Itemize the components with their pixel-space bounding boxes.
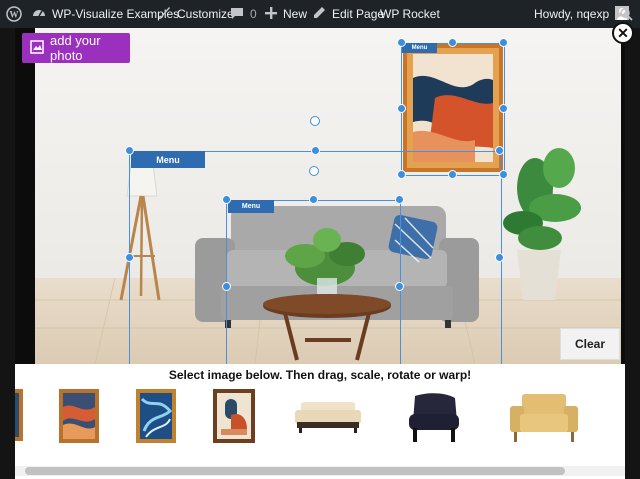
resize-handle[interactable] <box>448 170 457 179</box>
dashboard-icon <box>32 6 46 23</box>
resize-handle[interactable] <box>125 253 134 262</box>
resize-handle[interactable] <box>397 38 406 47</box>
svg-text:W: W <box>10 10 19 20</box>
room-illustration <box>35 44 621 364</box>
thumbnail-framed-art-partial[interactable] <box>15 389 25 443</box>
paintbrush-icon <box>157 6 171 23</box>
scrollbar-thumb[interactable] <box>25 467 565 475</box>
resize-handle[interactable] <box>499 104 508 113</box>
resize-handle[interactable] <box>495 253 504 262</box>
menu-tag-small[interactable]: Menu <box>228 200 274 213</box>
coffee-table <box>263 294 391 361</box>
resize-handle[interactable] <box>125 146 134 155</box>
instruction-text: Select image below. Then drag, scale, ro… <box>168 368 472 382</box>
resize-handle[interactable] <box>499 38 508 47</box>
floor-lamp <box>119 163 161 301</box>
thumbnail-navy-armchair[interactable] <box>407 392 461 444</box>
thumbnail-framed-abstract-waves[interactable] <box>59 389 99 443</box>
new-label: New <box>283 7 308 21</box>
item-palette: Select image below. Then drag, scale, ro… <box>15 364 625 479</box>
edit-page-link[interactable]: Edit Page <box>313 0 384 28</box>
close-icon: ✕ <box>617 24 629 41</box>
thumbnail-tan-armchair[interactable] <box>508 392 580 444</box>
thumbnail-framed-abstract-shapes[interactable] <box>213 389 255 443</box>
new-content-link[interactable]: New <box>265 0 307 28</box>
resize-handle[interactable] <box>395 282 404 291</box>
resize-handle[interactable] <box>222 195 231 204</box>
comments-count: 0 <box>250 7 257 21</box>
add-photo-label: add your photo <box>50 33 101 63</box>
comment-bubble-icon <box>230 6 244 23</box>
admin-bar: W WP-Visualize Examples Customize 0 New … <box>0 0 640 28</box>
pencil-icon <box>313 6 326 22</box>
visualizer-modal: Menu Menu Menu add your photo ✕ Clear Se… <box>15 22 634 479</box>
customize-label: Customize <box>177 7 234 21</box>
photo-upload-icon <box>30 39 44 57</box>
resize-handle[interactable] <box>397 170 406 179</box>
resize-handle[interactable] <box>309 195 318 204</box>
stage-border-left <box>15 28 35 364</box>
resize-handle[interactable] <box>222 282 231 291</box>
framed-abstract-art <box>403 44 503 172</box>
add-photo-button[interactable]: add your photo <box>22 33 130 63</box>
room-scene[interactable]: Menu Menu Menu <box>35 28 621 364</box>
rotate-handle[interactable] <box>310 116 320 126</box>
wordpress-logo-icon[interactable]: W <box>6 0 22 28</box>
resize-handle[interactable] <box>499 170 508 179</box>
comments-link[interactable]: 0 <box>230 0 257 28</box>
clear-button[interactable]: Clear <box>560 328 620 360</box>
resize-handle[interactable] <box>311 146 320 155</box>
potted-plant-right <box>503 148 581 300</box>
edit-page-label: Edit Page <box>332 7 385 21</box>
wp-rocket-link[interactable]: WP Rocket <box>380 0 440 28</box>
resize-handle[interactable] <box>495 146 504 155</box>
menu-tag-large[interactable]: Menu <box>131 151 205 168</box>
howdy-label: Howdy, nqexp <box>534 7 610 21</box>
resize-handle[interactable] <box>395 195 404 204</box>
close-button[interactable]: ✕ <box>612 22 634 44</box>
rotate-handle[interactable] <box>309 166 319 176</box>
menu-tag-frame[interactable]: Menu <box>402 43 437 53</box>
resize-handle[interactable] <box>448 38 457 47</box>
customize-link[interactable]: Customize <box>157 0 234 28</box>
thumbnail-framed-blue-marble[interactable] <box>136 389 176 443</box>
wp-rocket-label: WP Rocket <box>380 7 440 21</box>
plus-icon <box>265 6 277 22</box>
resize-handle[interactable] <box>397 104 406 113</box>
horizontal-scrollbar[interactable] <box>15 466 625 476</box>
thumbnail-cream-sofa[interactable] <box>293 400 363 434</box>
